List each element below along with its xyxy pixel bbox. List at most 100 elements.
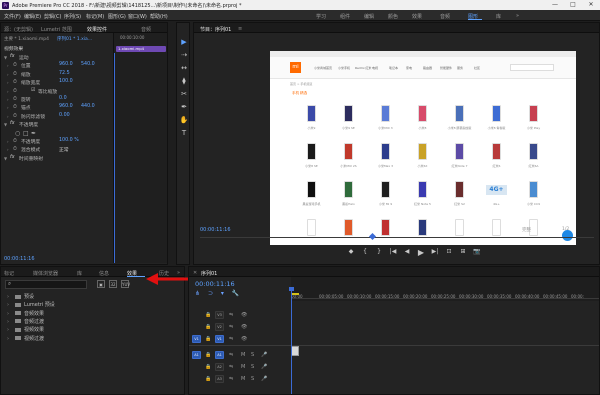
tab-lumetri-scopes[interactable]: Lumetri 范围 <box>41 26 72 33</box>
workspace-learn[interactable]: 学习 <box>316 13 326 20</box>
property-value[interactable]: 100.0 <box>59 79 73 84</box>
workspace-audio[interactable]: 音频 <box>440 13 450 20</box>
stopwatch-icon[interactable]: ⏱ <box>13 71 17 77</box>
workspace-color[interactable]: 颜色 <box>388 13 398 20</box>
selection-tool-icon[interactable]: ▶ <box>179 37 189 47</box>
property-value[interactable]: 960.0 <box>59 104 73 109</box>
expand-chevron-icon[interactable]: ▼ <box>4 55 7 60</box>
property-value-2[interactable]: 540.0 <box>81 62 95 67</box>
effect-row-select[interactable]: › ⏱ 混合模式 正常 <box>1 146 113 154</box>
track-lock-icon[interactable]: 🔒 <box>205 364 211 370</box>
mute-track-button[interactable]: M <box>241 352 245 358</box>
effect-row-prop[interactable]: › ⏱ 防闪烁滤镜 0.00 <box>1 113 113 121</box>
slip-tool-icon[interactable]: ⧫ <box>179 76 189 86</box>
razor-tool-icon[interactable]: ✂ <box>179 89 189 99</box>
expand-chevron-icon[interactable]: › <box>7 147 9 152</box>
step-back-icon[interactable]: ◀ <box>402 249 412 255</box>
track-target-label[interactable]: A2 <box>215 363 224 371</box>
close-window-button[interactable]: ✕ <box>582 0 600 10</box>
workspace-more[interactable]: » <box>516 13 519 19</box>
tab-media-browser[interactable]: 媒体浏览器 <box>33 270 58 277</box>
solo-track-button[interactable]: S <box>251 352 254 358</box>
solo-track-button[interactable]: S <box>251 376 254 382</box>
sync-lock-icon[interactable]: ⇋ <box>229 364 233 370</box>
expand-chevron-icon[interactable]: ▼ <box>4 122 7 127</box>
sync-lock-icon[interactable]: ⇋ <box>229 352 233 358</box>
go-to-out-icon[interactable]: ⊡ <box>444 249 454 255</box>
expand-chevron-icon[interactable]: › <box>7 114 9 119</box>
track-lock-icon[interactable]: 🔒 <box>205 312 211 318</box>
tab-info[interactable]: 信息 <box>99 270 109 277</box>
effects-folder-item[interactable]: › 音频过渡 <box>7 318 44 326</box>
tab-libraries[interactable]: 库 <box>77 270 82 277</box>
effect-row-prop[interactable]: › ⏱ 旋转 0.0 <box>1 96 113 104</box>
playhead-handle-icon[interactable] <box>289 287 294 291</box>
voice-over-record-icon[interactable]: 🎤 <box>261 352 267 358</box>
voice-over-record-icon[interactable]: 🎤 <box>261 376 267 382</box>
timeline-playhead[interactable] <box>291 288 292 394</box>
track-lock-icon[interactable]: 🔒 <box>205 324 211 330</box>
toggle-output-eye-icon[interactable]: 👁 <box>241 324 247 330</box>
maximize-button[interactable]: □ <box>564 0 582 10</box>
accelerated-effects-icon[interactable]: ▣ <box>97 280 105 288</box>
blend-mode-select[interactable]: 正常 <box>59 146 69 153</box>
ec-timecode[interactable]: 00:00:11:16 <box>4 256 35 262</box>
mark-in-icon[interactable]: { <box>360 249 370 255</box>
toggle-output-eye-icon[interactable]: 👁 <box>241 312 247 318</box>
workspace-libraries[interactable]: 库 <box>496 13 501 20</box>
mute-track-button[interactable]: M <box>241 364 245 370</box>
program-scrubber-track[interactable] <box>200 237 594 238</box>
workspace-assembly[interactable]: 组件 <box>340 13 350 20</box>
pen-tool-icon[interactable]: ✒ <box>179 102 189 112</box>
sequence-clip-label[interactable]: 序列01 * 1.xia... <box>57 36 92 42</box>
track-lock-icon[interactable]: 🔒 <box>205 376 211 382</box>
effects-folder-item[interactable]: › 预设 <box>7 293 34 301</box>
expand-chevron-icon[interactable]: › <box>7 311 15 317</box>
property-value-2[interactable]: 440.0 <box>81 104 95 109</box>
tab-markers[interactable]: 标记 <box>4 270 14 277</box>
track-lock-icon[interactable]: 🔒 <box>205 352 211 358</box>
program-viewer[interactable]: mi 小米商城首页 小米手机 Redmi 红米 电视 笔记本 家电 路由器 智能硬件 服务 社区 … <box>270 51 576 245</box>
stopwatch-icon[interactable]: ⏱ <box>13 88 17 94</box>
menu-edit[interactable]: 编辑(E) <box>24 13 41 20</box>
effect-controls-timeline[interactable]: 00:00:10:00 1.xiaomi.mp4 <box>113 33 167 263</box>
menu-sequence[interactable]: 序列(S) <box>64 13 81 20</box>
expand-chevron-icon[interactable]: › <box>7 97 9 102</box>
effect-row-check[interactable]: › ⏱ ☑ 等比缩放 <box>1 88 113 96</box>
ripple-edit-tool-icon[interactable]: ↔ <box>179 63 189 73</box>
pen-mask-icon[interactable]: ✒ <box>31 130 36 137</box>
ellipse-mask-icon[interactable]: ○ <box>15 130 20 137</box>
property-value[interactable]: 0.0 <box>59 96 67 101</box>
program-monitor-title[interactable]: 节目：序列01 <box>200 26 231 33</box>
mark-out-icon[interactable]: } <box>374 249 384 255</box>
expand-chevron-icon[interactable]: › <box>7 139 9 144</box>
effect-row-prop[interactable]: › ⏱ 不透明度 100.0 % <box>1 138 113 146</box>
expand-chevron-icon[interactable]: › <box>7 63 9 68</box>
program-quality-select[interactable]: 完整 <box>522 227 531 233</box>
tab-audio-mixer[interactable]: 音频 <box>141 26 151 33</box>
effect-row-header[interactable]: ▼ fx 运动 <box>1 54 113 62</box>
step-forward-icon[interactable]: ▶| <box>430 249 440 255</box>
property-value[interactable]: 0.00 <box>59 113 70 118</box>
yuv-effects-icon[interactable]: YUV <box>121 280 130 288</box>
menu-clip[interactable]: 剪辑(C) <box>44 13 61 20</box>
expand-chevron-icon[interactable]: › <box>7 336 15 342</box>
sync-lock-icon[interactable]: ⇋ <box>229 312 233 318</box>
effects-folder-item[interactable]: › 音频效果 <box>7 310 44 318</box>
stopwatch-icon[interactable]: ⏱ <box>13 146 17 152</box>
expand-chevron-icon[interactable]: › <box>7 319 15 325</box>
effects-folder-item[interactable]: › 视频过渡 <box>7 335 44 343</box>
expand-chevron-icon[interactable]: › <box>7 89 9 94</box>
go-to-in-icon[interactable]: |◀ <box>388 249 398 255</box>
stopwatch-icon[interactable]: ⏱ <box>13 113 17 119</box>
menu-marker[interactable]: 标记(M) <box>86 13 104 20</box>
effect-row-prop[interactable]: › ⏱ 缩放 72.5 <box>1 71 113 79</box>
ec-clip-bar[interactable]: 1.xiaomi.mp4 <box>116 46 166 52</box>
expand-chevron-icon[interactable]: › <box>7 105 9 110</box>
expand-chevron-icon[interactable]: › <box>7 327 15 333</box>
effects-search-input[interactable]: ⌕ <box>5 280 87 289</box>
hand-tool-icon[interactable]: ✋ <box>179 115 189 125</box>
property-value[interactable]: 960.0 <box>59 62 73 67</box>
stopwatch-icon[interactable]: ⏱ <box>13 62 17 68</box>
effect-row-prop[interactable]: › ⏱ 缩放宽度 100.0 <box>1 79 113 87</box>
